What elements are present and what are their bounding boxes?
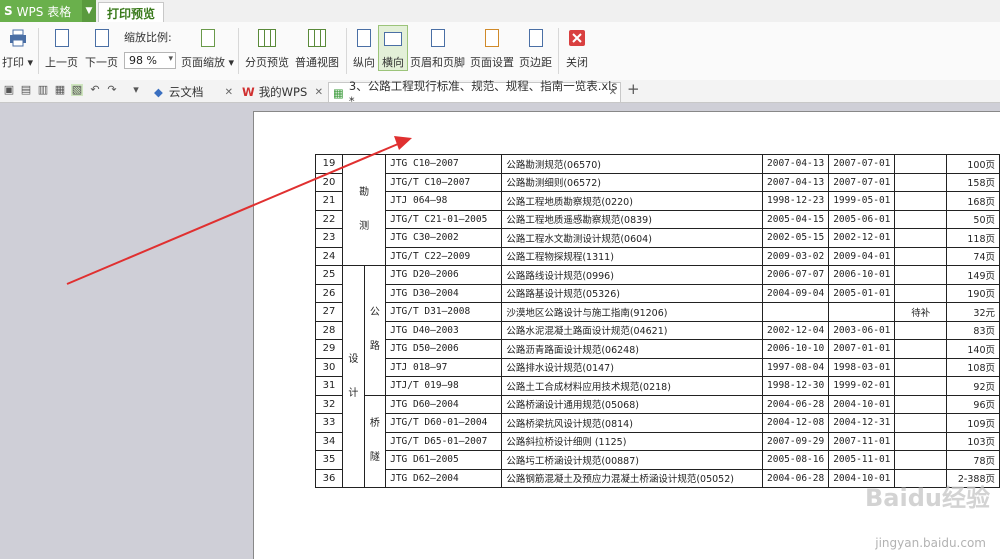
annotation-arrow — [66, 136, 412, 285]
watermark-url: jingyan.baidu.com — [875, 536, 986, 550]
watermark-logo: Baidu经验 — [865, 484, 990, 512]
